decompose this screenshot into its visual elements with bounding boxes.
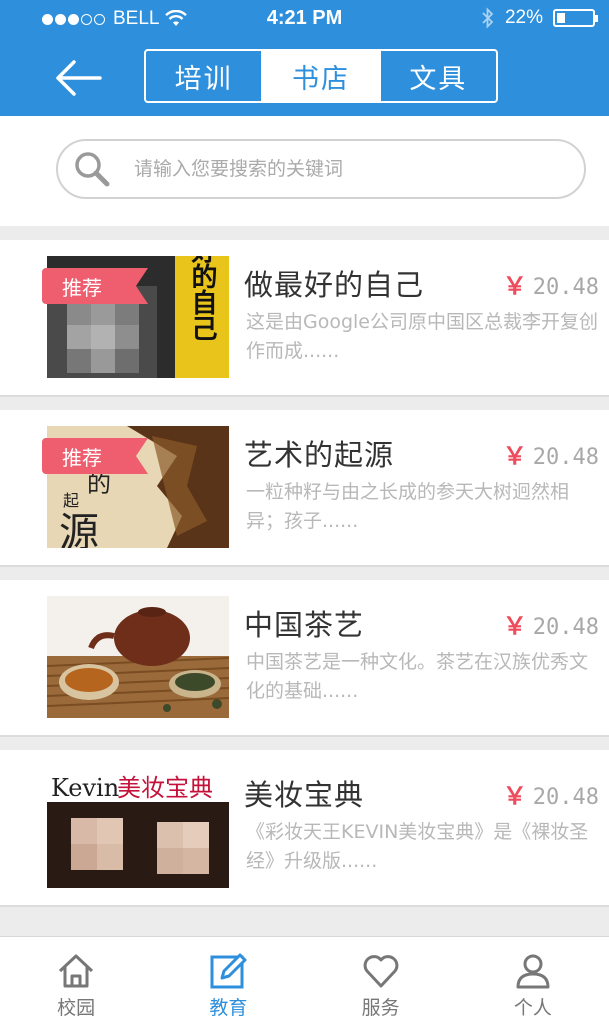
recommend-badge: 推荐 — [42, 268, 148, 304]
cover-text: 美妆宝典 — [117, 774, 213, 802]
book-description: 《彩妆天王KEVIN美妆宝典》是《裸妆圣经》升级版...... — [246, 821, 589, 872]
search-section — [0, 116, 609, 226]
book-description: 中国茶艺是一种文化。茶艺在汉族优秀文化的基础...... — [246, 651, 589, 702]
battery-percent: 22% — [504, 7, 543, 28]
currency-symbol: ￥ — [502, 442, 527, 470]
book-cover-image — [47, 596, 229, 718]
book-price: ￥ 20.48 — [503, 266, 599, 301]
tab-training[interactable]: 培训 — [146, 51, 264, 101]
book-list-item[interactable]: 中国茶艺 ￥ 20.48 中国茶艺是一种文化。茶艺在汉族优秀文化的基础.....… — [0, 580, 609, 737]
cover-text: 起 — [63, 491, 79, 510]
category-segmented-control: 培训 书店 文具 — [144, 49, 498, 103]
recommend-badge: 推荐 — [42, 438, 148, 474]
cover-text: 源 — [59, 510, 99, 548]
user-icon — [516, 954, 550, 989]
bluetooth-icon — [482, 7, 494, 29]
book-price: ￥ 20.48 — [503, 606, 599, 641]
price-value: 20.48 — [532, 445, 599, 470]
edit-icon — [210, 953, 247, 989]
price-value: 20.48 — [532, 275, 599, 300]
back-button[interactable] — [52, 56, 106, 100]
home-icon — [59, 954, 94, 988]
search-input[interactable] — [134, 158, 554, 180]
tab-label: 校园 — [57, 997, 96, 1019]
book-title: 中国茶艺 — [244, 608, 365, 642]
book-title: 做最好的自己 — [244, 268, 425, 302]
currency-symbol: ￥ — [502, 612, 527, 640]
book-price: ￥ 20.48 — [503, 436, 599, 471]
book-cover-image: Kevin 美妆宝典 — [47, 766, 229, 888]
currency-symbol: ￥ — [502, 272, 527, 300]
book-title: 艺术的起源 — [244, 438, 395, 472]
heart-icon — [363, 955, 398, 988]
book-description: 一粒种籽与由之长成的参天大树迥然相异；孩子...... — [246, 481, 570, 532]
search-box[interactable] — [56, 139, 586, 199]
cover-text: 的 — [87, 470, 111, 498]
app-header: BELL 4:21 PM 22% 培训 书店 文具 — [0, 0, 609, 116]
tab-stationery[interactable]: 文具 — [381, 51, 496, 101]
currency-symbol: ￥ — [502, 782, 527, 810]
back-arrow-icon — [56, 60, 102, 96]
cover-text: Kevin — [51, 774, 119, 802]
tab-profile[interactable]: 个人 — [457, 937, 609, 1024]
tab-education[interactable]: 教育 — [152, 937, 304, 1024]
tab-campus[interactable]: 校园 — [0, 937, 152, 1024]
battery-icon — [553, 9, 598, 27]
bottom-tab-bar: 校园 教育 服务 个人 — [0, 936, 609, 1024]
book-list-item[interactable]: 最好的自己 推荐 做最好的自己 ￥ 20.48 这是由Google公司原中国区总… — [0, 240, 609, 397]
tab-service[interactable]: 服务 — [305, 937, 457, 1024]
book-list-item[interactable]: 的 起 源 推荐 艺术的起源 ￥ 20.48 一粒种籽与由之长成的参天大树迥然相… — [0, 410, 609, 567]
search-icon — [75, 152, 110, 187]
book-description: 这是由Google公司原中国区总裁李开复创作而成...... — [246, 311, 599, 362]
tab-label: 服务 — [361, 997, 400, 1019]
tab-bookstore[interactable]: 书店 — [263, 51, 381, 101]
book-title: 美妆宝典 — [244, 778, 365, 812]
book-price: ￥ 20.48 — [503, 776, 599, 811]
status-bar: BELL 4:21 PM 22% — [0, 0, 609, 38]
price-value: 20.48 — [532, 615, 599, 640]
book-list-item[interactable]: Kevin 美妆宝典 美妆宝典 ￥ 20.48 《彩妆天王KEVIN美妆宝典》是… — [0, 750, 609, 907]
tab-label: 教育 — [209, 997, 248, 1019]
price-value: 20.48 — [532, 785, 599, 810]
tab-label: 个人 — [513, 997, 552, 1019]
book-list: 最好的自己 推荐 做最好的自己 ￥ 20.48 这是由Google公司原中国区总… — [0, 240, 609, 920]
cover-text: 最好的自己 — [187, 256, 218, 341]
